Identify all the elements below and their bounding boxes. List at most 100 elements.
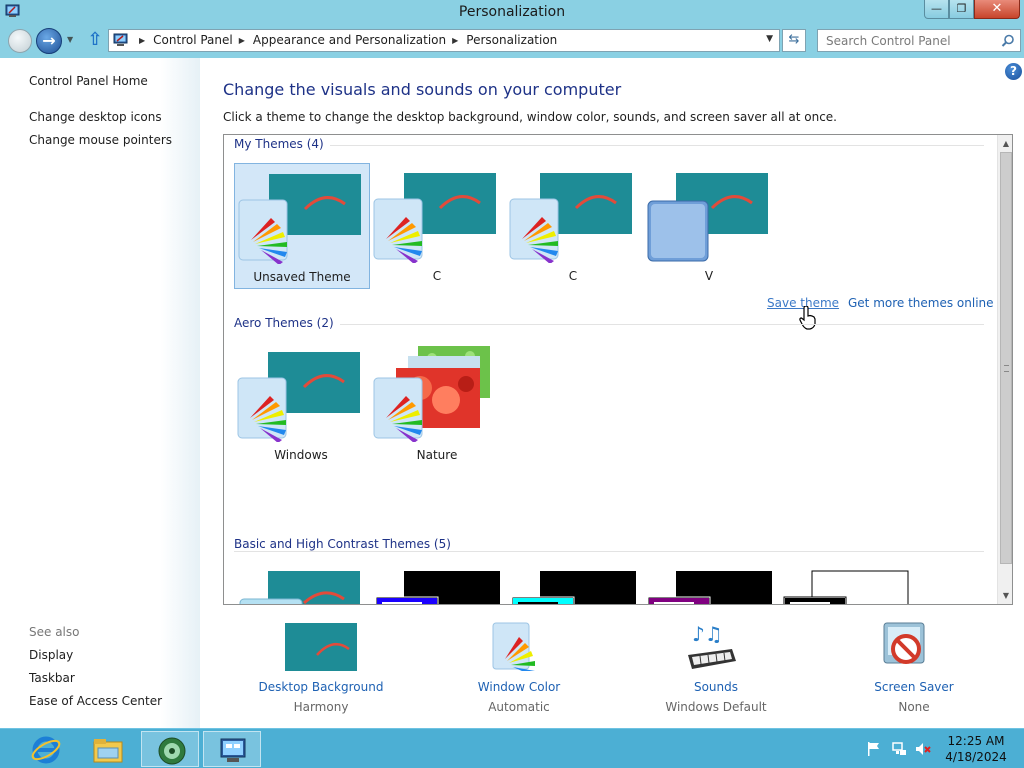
theme-tile-windows[interactable]: Windows [234,342,370,468]
get-more-themes-link[interactable]: Get more themes online [848,296,994,310]
title-bar: Personalization — ❐ ✕ [0,0,1024,25]
desktop-background-option[interactable]: Desktop Background Harmony [231,621,411,721]
control-panel-icon [220,738,246,762]
theme-tile-basic[interactable] [234,563,370,604]
aero-themes-heading: Aero Themes (2) [234,316,340,330]
close-icon: ✕ [991,1,1003,16]
breadcrumb-separator-icon[interactable]: ▶ [239,36,245,45]
sounds-option[interactable]: ♪♫ Sounds Windows Default [626,621,806,721]
ease-of-access-link[interactable]: Ease of Access Center [29,694,162,708]
system-clock[interactable]: 12:25 AM 4/18/2024 [936,733,1016,765]
theme-preview-icon [239,571,360,604]
breadcrumb-separator-icon[interactable]: ▶ [452,36,458,45]
minimize-icon: — [931,2,942,15]
window-title: Personalization [458,4,566,20]
hand-cursor-icon [799,306,816,330]
change-mouse-pointers-link[interactable]: Change mouse pointers [29,133,172,147]
theme-preview-icon [373,346,490,442]
action-center-flag-icon[interactable] [866,741,882,757]
display-link[interactable]: Display [29,648,73,662]
close-button[interactable]: ✕ [974,0,1020,19]
screen-saver-label[interactable]: Screen Saver [824,680,1004,694]
refresh-button[interactable]: ⇆ [782,29,806,52]
back-button[interactable] [8,29,32,53]
theme-tile-c1[interactable]: C [370,163,506,289]
search-box[interactable] [817,29,1021,52]
recent-pages-dropdown[interactable]: ▼ [67,35,73,44]
network-icon[interactable] [891,741,907,757]
theme-tile-nature[interactable]: Nature [370,342,506,468]
change-desktop-icons-link[interactable]: Change desktop icons [29,110,162,124]
desktop-background-value: Harmony [293,700,349,714]
desktop-background-icon [285,623,357,671]
see-also-label: See also [29,625,80,639]
control-panel-icon [113,33,128,46]
theme-label: Windows [274,448,328,462]
breadcrumb-appearance[interactable]: Appearance and Personalization [253,33,446,47]
address-bar[interactable]: ▶ Control Panel ▶ Appearance and Persona… [108,29,780,52]
section-divider [234,551,984,552]
theme-tile-c2[interactable]: C [506,163,642,289]
theme-preview-icon [511,571,636,604]
restore-button[interactable]: ❐ [949,0,974,19]
clock-date: 4/18/2024 [945,750,1007,764]
breadcrumb-separator-icon[interactable]: ▶ [139,36,145,45]
taskbar-media-player[interactable] [141,731,199,767]
theme-tile-high-contrast-2[interactable] [506,563,642,604]
control-panel-home-link[interactable]: Control Panel Home [29,74,148,88]
basic-themes-heading: Basic and High Contrast Themes (5) [234,537,457,551]
theme-preview-icon [238,174,361,264]
address-dropdown-icon[interactable]: ▼ [766,34,773,44]
theme-tile-high-contrast-1[interactable] [370,563,506,604]
navigation-bar: → ▼ ⇧ ▶ Control Panel ▶ Appearance and P… [0,25,1024,58]
theme-label: Nature [416,448,458,462]
window-color-option[interactable]: Window Color Automatic [429,621,609,721]
taskbar-internet-explorer[interactable] [16,731,74,767]
media-player-icon [158,737,186,765]
clock-time: 12:25 AM [947,734,1005,748]
left-pane: Control Panel Home Change desktop icons … [0,58,200,728]
theme-preview-icon [783,570,909,604]
scroll-thumb[interactable] [1000,152,1012,564]
theme-label: C [568,269,578,283]
window-color-value: Automatic [488,700,550,714]
theme-tile-v[interactable]: V [642,163,778,289]
up-button[interactable]: ⇧ [86,31,104,51]
sounds-label[interactable]: Sounds [626,680,806,694]
desktop-background-label[interactable]: Desktop Background [231,680,411,694]
theme-label: Unsaved Theme [253,270,351,284]
search-input[interactable] [818,30,994,51]
my-themes-heading: My Themes (4) [234,137,330,151]
section-divider [234,145,984,146]
minimize-button[interactable]: — [924,0,949,19]
theme-list-scrollbar[interactable]: ▲ ▼ [997,135,1012,604]
page-description: Click a theme to change the desktop back… [223,110,837,124]
theme-tile-high-contrast-white[interactable] [778,563,914,604]
taskbar-link[interactable]: Taskbar [29,671,75,685]
internet-explorer-icon [31,736,61,764]
theme-list[interactable]: My Themes (4) Unsaved Theme C C V Save t… [223,134,1013,605]
file-explorer-icon [93,739,123,763]
window-color-label[interactable]: Window Color [429,680,609,694]
screen-saver-option[interactable]: Screen Saver None [824,621,1004,721]
theme-preview-icon [375,571,500,604]
screen-saver-icon [883,622,925,664]
help-icon[interactable]: ? [1005,63,1022,80]
scroll-grip-icon [1004,365,1009,372]
breadcrumb-personalization[interactable]: Personalization [466,33,557,47]
theme-preview-icon [509,173,632,263]
taskbar: 12:25 AM 4/18/2024 [0,728,1024,768]
scroll-down-icon[interactable]: ▼ [998,587,1012,604]
theme-label: V [704,269,714,283]
theme-tile-unsaved[interactable]: Unsaved Theme [234,163,370,289]
scroll-up-icon[interactable]: ▲ [998,135,1012,152]
forward-button[interactable]: → [36,28,62,54]
volume-muted-icon[interactable] [915,741,931,757]
taskbar-control-panel[interactable] [203,731,261,767]
taskbar-file-explorer[interactable] [78,731,136,767]
theme-preview-icon [373,173,496,263]
breadcrumb-control-panel[interactable]: Control Panel [153,33,233,47]
search-icon[interactable] [1001,34,1015,48]
svg-text:♪♫: ♪♫ [692,622,723,646]
theme-tile-high-contrast-black[interactable] [642,563,778,604]
